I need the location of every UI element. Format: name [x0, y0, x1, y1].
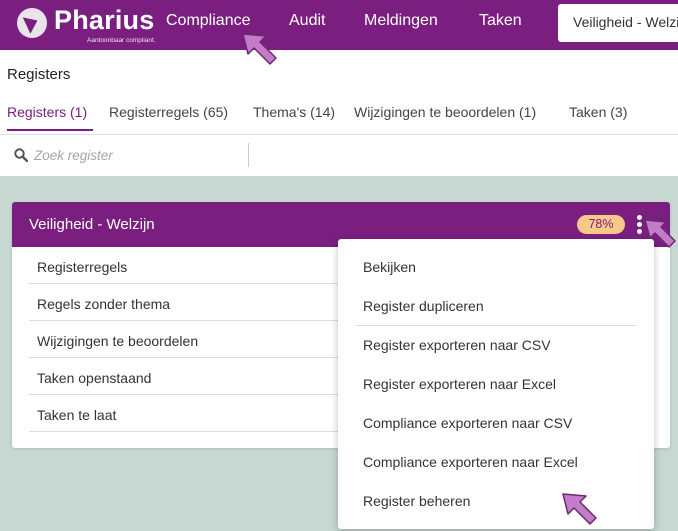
tab-registerregels[interactable]: Registerregels (65) — [109, 104, 228, 120]
compliance-score-badge: 78% — [577, 215, 625, 234]
logo-mark-icon — [17, 8, 47, 38]
arrow-pointer-icon — [242, 33, 277, 65]
link-regels-zonder-thema[interactable]: Regels zonder thema — [29, 284, 347, 321]
menu-item-register-beheren[interactable]: Register beheren — [363, 493, 470, 509]
tab-themas[interactable]: Thema's (14) — [253, 104, 335, 120]
register-context-menu: Bekijken Register dupliceren Register ex… — [338, 239, 654, 529]
register-title: Veiligheid - Welzijn — [29, 216, 155, 233]
tab-registers[interactable]: Registers (1) — [7, 104, 87, 120]
menu-divider — [355, 325, 637, 326]
nav-meldingen[interactable]: Meldingen — [364, 12, 438, 30]
nav-taken[interactable]: Taken — [479, 12, 522, 30]
menu-item-bekijken[interactable]: Bekijken — [363, 259, 416, 275]
logo-name: Pharius — [54, 5, 155, 35]
arrow-pointer-icon — [644, 219, 676, 248]
search-icon — [14, 148, 28, 162]
menu-item-register-csv[interactable]: Register exporteren naar CSV — [363, 337, 551, 353]
search-input[interactable] — [34, 144, 244, 166]
nav-compliance[interactable]: Compliance — [166, 12, 250, 30]
tabs-divider — [0, 134, 678, 135]
top-navigation-bar: Pharius Aantoonbaar compliant. Complianc… — [0, 0, 678, 50]
active-tab-indicator — [7, 129, 93, 131]
link-wijzigingen-te-beoordelen[interactable]: Wijzigingen te beoordelen — [29, 321, 347, 358]
menu-item-register-excel[interactable]: Register exporteren naar Excel — [363, 376, 556, 392]
menu-item-register-dupliceren[interactable]: Register dupliceren — [363, 298, 484, 314]
tab-wijzigingen[interactable]: Wijzigingen te beoordelen (1) — [354, 104, 536, 120]
pharius-logo[interactable]: Pharius Aantoonbaar compliant. — [17, 5, 156, 46]
link-registerregels[interactable]: Registerregels — [29, 247, 347, 284]
link-taken-openstaand[interactable]: Taken openstaand — [29, 358, 347, 395]
register-selector[interactable]: Veiligheid - Welzijn — [558, 4, 678, 42]
link-taken-te-laat[interactable]: Taken te laat — [29, 395, 347, 432]
menu-item-compliance-excel[interactable]: Compliance exporteren naar Excel — [363, 454, 578, 470]
search-divider — [248, 143, 249, 167]
nav-audit[interactable]: Audit — [289, 12, 325, 30]
logo-tagline: Aantoonbaar compliant. — [87, 37, 156, 44]
tab-taken[interactable]: Taken (3) — [569, 104, 627, 120]
arrow-pointer-icon — [562, 493, 597, 525]
page-title: Registers — [7, 66, 71, 83]
menu-item-compliance-csv[interactable]: Compliance exporteren naar CSV — [363, 415, 572, 431]
